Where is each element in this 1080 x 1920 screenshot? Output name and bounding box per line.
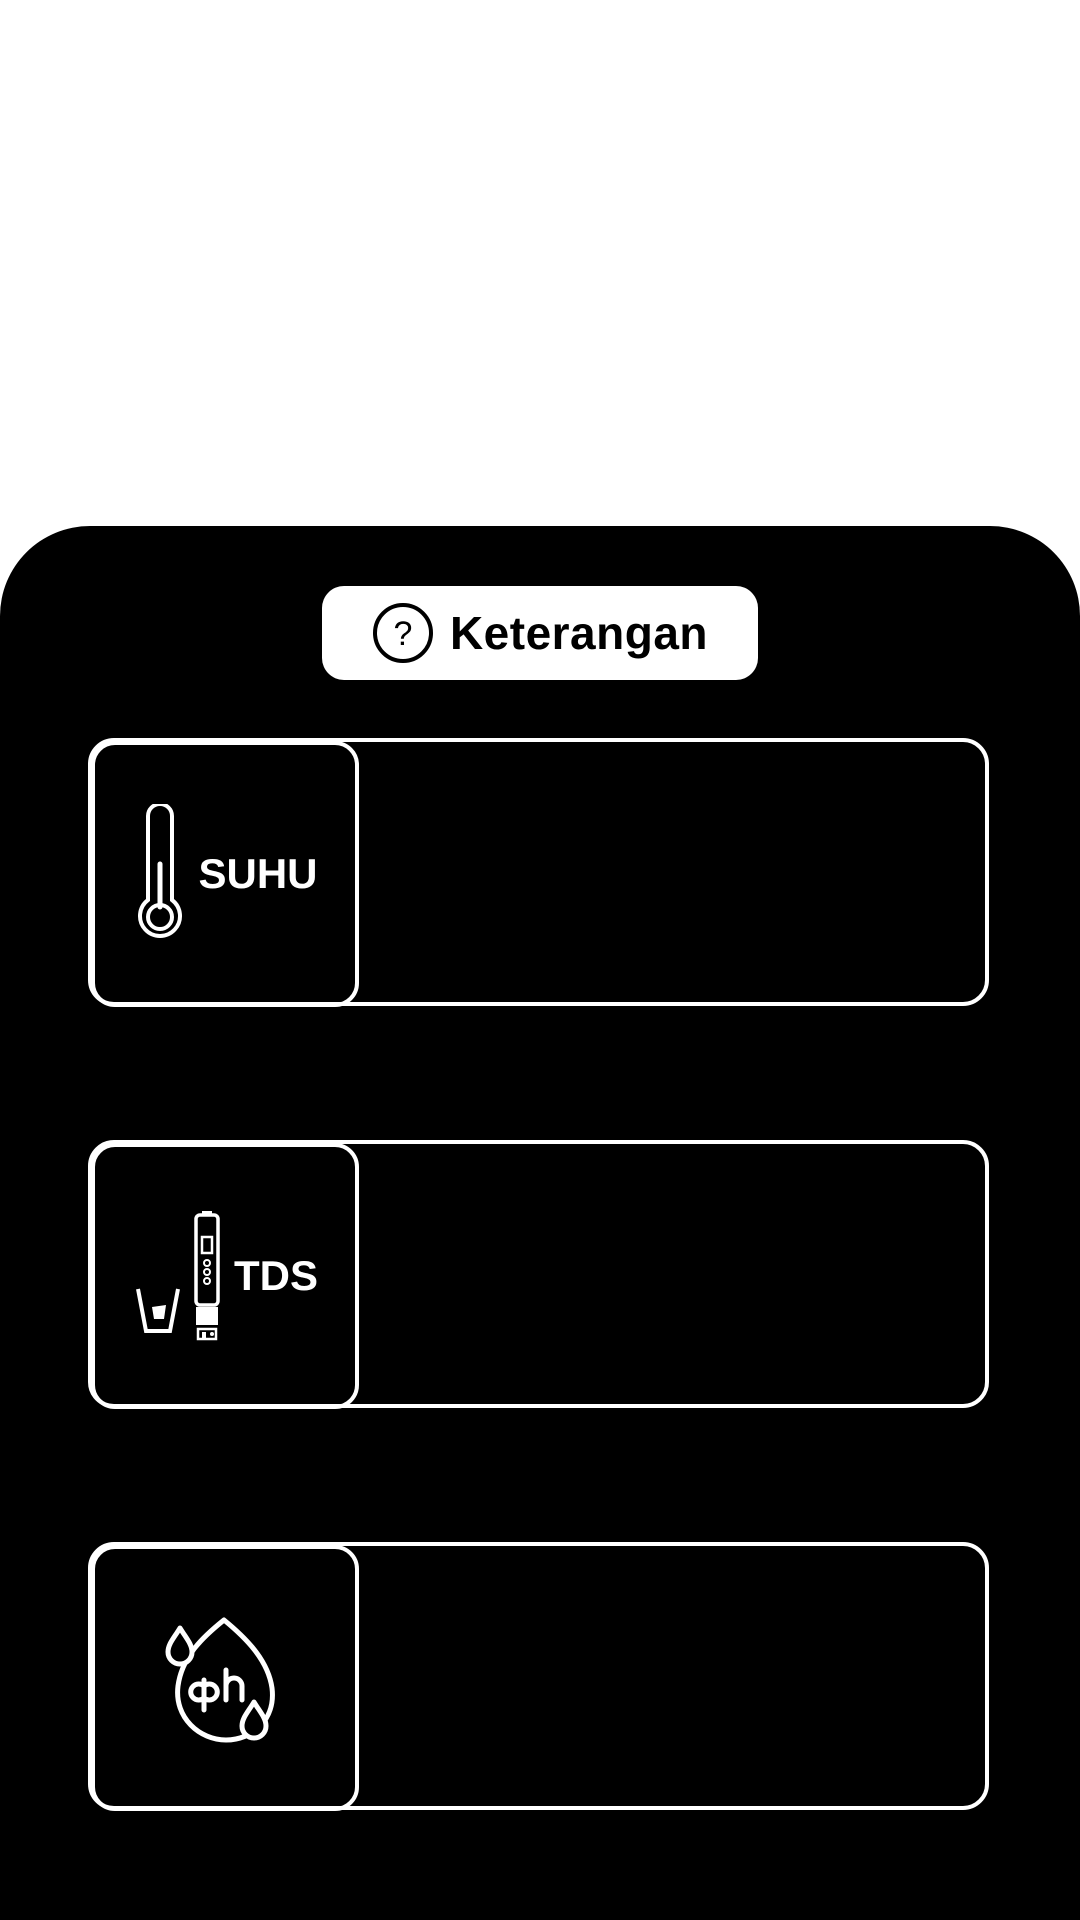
card-tds-label: TDS: [234, 1252, 318, 1299]
keterangan-button[interactable]: ? Keterangan: [322, 586, 758, 680]
card-suhu-label-box: SUHU: [91, 741, 359, 1007]
card-tds: TDS: [88, 1140, 989, 1409]
card-suhu-label: SUHU: [198, 850, 318, 897]
card-ph-label-box: [91, 1545, 359, 1811]
card-tds-label-box: TDS: [91, 1143, 359, 1409]
tds-meter-icon: [136, 1211, 220, 1341]
ph-drop-icon: [165, 1617, 275, 1743]
card-ph-value: [382, 1546, 961, 1806]
card-tds-value: [382, 1144, 961, 1404]
card-suhu-value: [382, 742, 961, 1002]
help-circle-icon: ?: [372, 603, 433, 663]
svg-text:?: ?: [393, 615, 412, 653]
card-ph: [88, 1542, 989, 1811]
header-title: Keterangan: [449, 607, 709, 659]
thermometer-icon: [138, 804, 183, 938]
screen: ? Keterangan SUHU TDS: [0, 0, 1080, 1920]
card-suhu: SUHU: [88, 738, 989, 1007]
